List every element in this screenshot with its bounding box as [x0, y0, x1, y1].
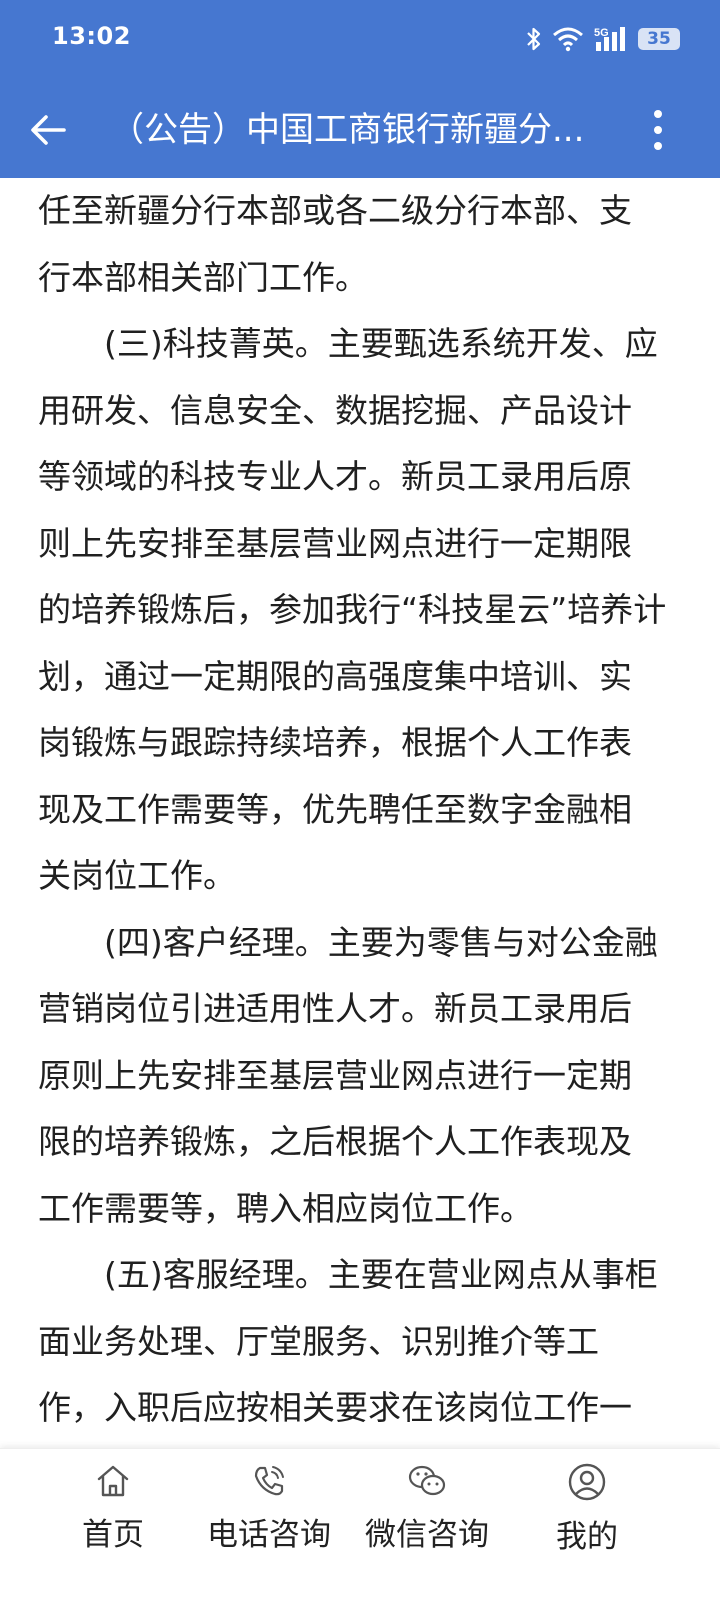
article-line: 等领域的科技专业人才。新员工录用后原	[38, 457, 632, 496]
article-line: 行本部相关部门工作。	[38, 257, 368, 297]
nav-item-wechat[interactable]: 微信咨询	[342, 1461, 512, 1555]
nav-label-profile: 我的	[556, 1519, 618, 1555]
article-line: 则上先安排至基层营业网点进行一定期限	[38, 523, 632, 563]
article-line: 现及工作需要等，优先聘任至数字金融相	[38, 789, 632, 829]
article-line: 任至新疆分行本部或各二级分行本部、支	[38, 191, 632, 230]
article-line: 岗锻炼与跟踪持续培养，根据个人工作表	[38, 723, 632, 762]
article-line: (四)客户经理。主要为零售与对公金融	[104, 922, 658, 962]
article-line: 工作需要等，聘入相应岗位工作。	[38, 1188, 533, 1228]
page-title: （公告）中国工商银行新疆分...	[110, 110, 585, 150]
arrow-left-icon[interactable]	[26, 108, 70, 152]
article-line: (三)科技菁英。主要甄选系统开发、应	[104, 324, 658, 363]
article-line: (五)客服经理。主要在营业网点从事柜	[104, 1255, 658, 1294]
bluetooth-icon	[527, 27, 541, 51]
wifi-icon	[553, 27, 583, 52]
article-line: 关岗位工作。	[38, 856, 236, 895]
article-line: 划，通过一定期限的高强度集中培训、实	[38, 656, 632, 696]
article-line: 作，入职后应按相关要求在该岗位工作一	[38, 1388, 632, 1427]
app-header: 13:02 5G 35 （公告）中国工商银行新疆分...	[0, 0, 720, 178]
article-line: 限的培养锻炼，之后根据个人工作表现及	[38, 1122, 632, 1161]
more-vertical-icon[interactable]	[638, 108, 678, 152]
nav-label-home: 首页	[82, 1517, 144, 1553]
nav-item-phone[interactable]: 电话咨询	[184, 1461, 354, 1555]
nav-item-profile[interactable]: 我的	[502, 1461, 672, 1557]
article-line: 用研发、信息安全、数据挖掘、产品设计	[38, 390, 632, 430]
nav-item-home[interactable]: 首页	[28, 1461, 198, 1555]
status-time: 13:02	[52, 22, 131, 50]
status-icons: 5G 35	[526, 24, 680, 54]
nav-label-phone: 电话咨询	[207, 1517, 331, 1553]
signal-icon: 5G	[594, 27, 625, 51]
home-icon	[97, 1465, 129, 1497]
article-line: 原则上先安排至基层营业网点进行一定期	[38, 1055, 632, 1095]
battery-icon: 35	[638, 28, 680, 50]
article-line: 营销岗位引进适用性人才。新员工录用后	[38, 989, 632, 1028]
phone-icon	[254, 1466, 284, 1496]
user-icon	[568, 1463, 606, 1501]
wechat-icon	[408, 1465, 446, 1496]
bottom-navigation: 首页 电话咨询 微信咨询 我的	[0, 1448, 720, 1605]
article-content: 任至新疆分行本部或各二级分行本部、支 行本部相关部门工作。 (三)科技菁英。主要甄选…	[38, 178, 678, 1458]
article-line: 的培养锻炼后，参加我行“科技星云”培养计	[38, 590, 667, 629]
article-line: 面业务处理、厅堂服务、识别推介等工	[38, 1321, 599, 1361]
nav-label-wechat: 微信咨询	[365, 1517, 489, 1553]
